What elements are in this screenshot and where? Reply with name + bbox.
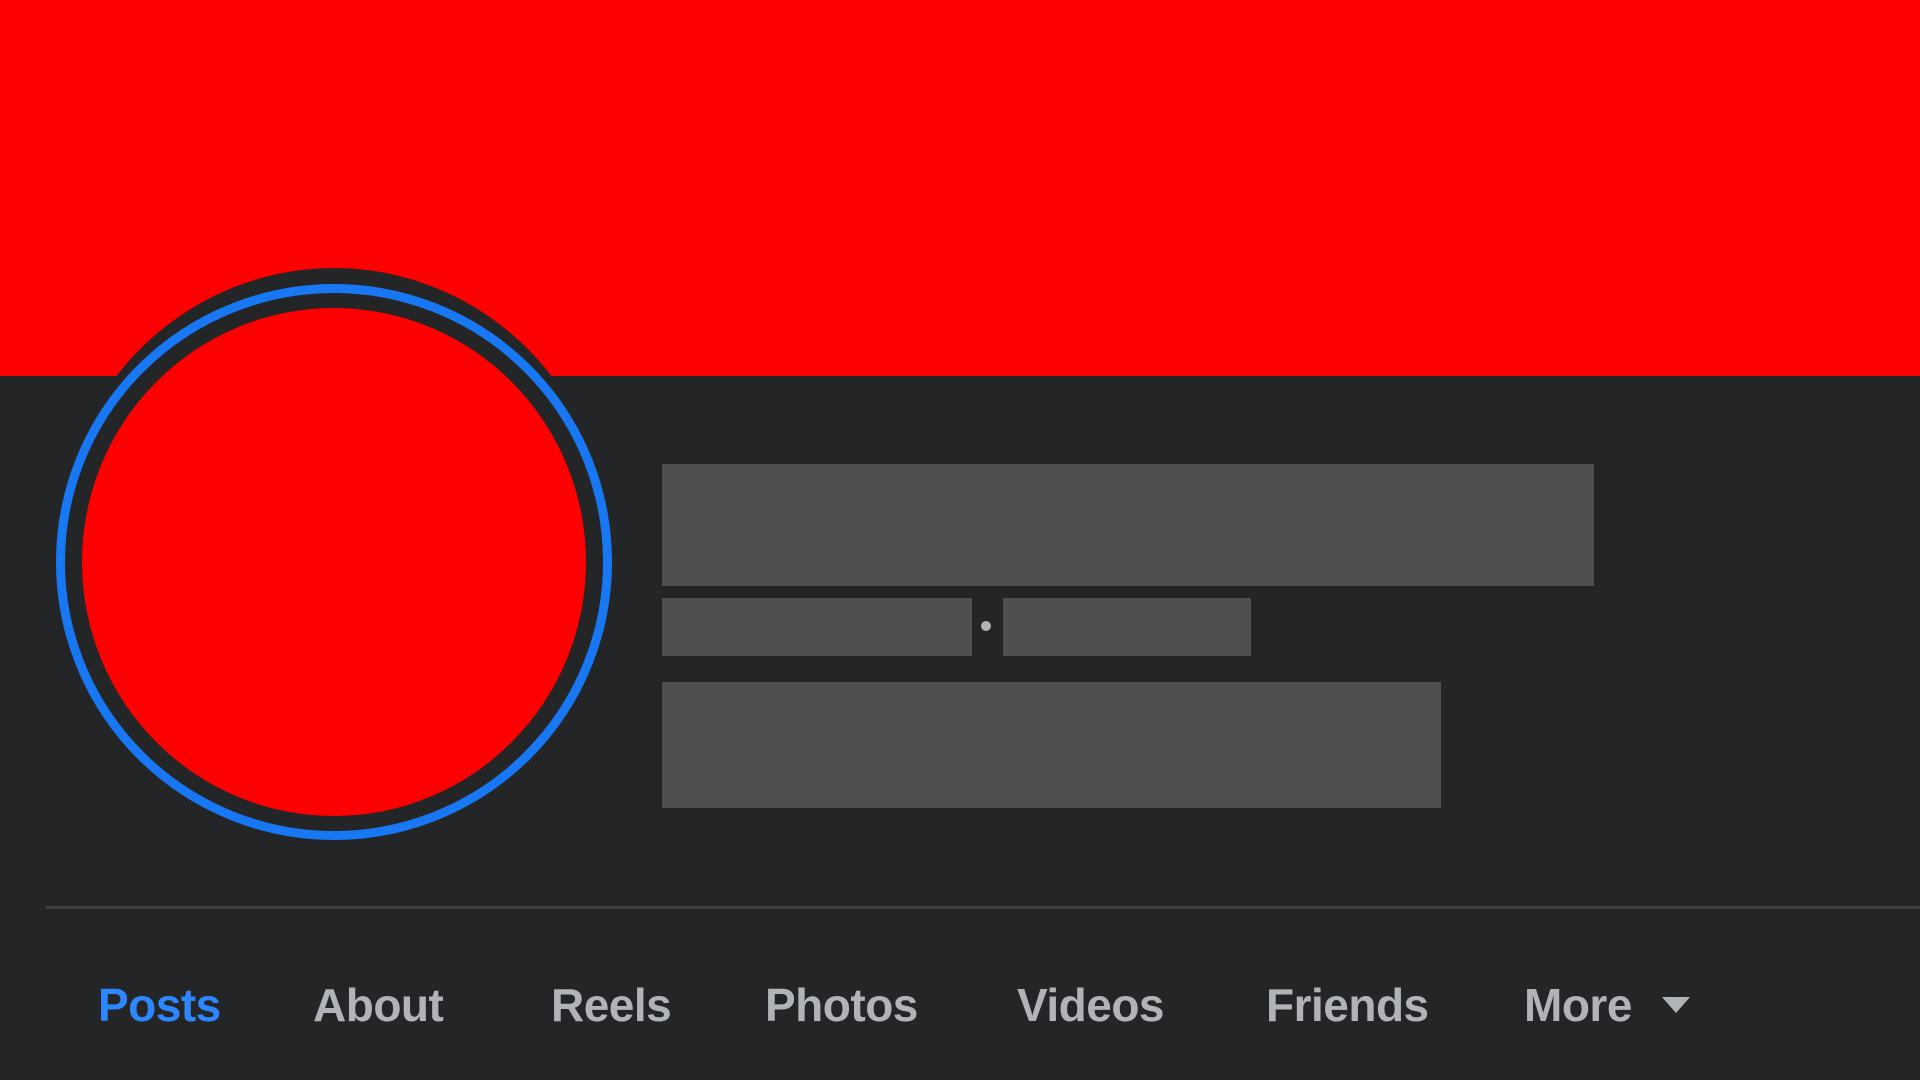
tab-more-label: More [1524, 979, 1632, 1031]
tab-friends[interactable]: Friends [1266, 978, 1429, 1032]
following-count-redacted[interactable] [1003, 598, 1251, 656]
profile-name-redacted [662, 464, 1594, 586]
profile-divider [46, 906, 1920, 909]
profile-bio-redacted [662, 682, 1441, 808]
tab-about[interactable]: About [313, 978, 444, 1032]
meta-separator-dot [981, 621, 991, 631]
caret-down-icon [1661, 997, 1690, 1013]
tab-more[interactable]: More [1524, 978, 1690, 1032]
tab-videos[interactable]: Videos [1017, 978, 1165, 1032]
profile-tabs: Posts About Reels Photos Videos Friends … [0, 960, 1920, 1060]
avatar[interactable] [82, 308, 586, 816]
profile-page: Posts About Reels Photos Videos Friends … [0, 0, 1920, 1080]
tab-reels[interactable]: Reels [551, 978, 672, 1032]
tab-photos[interactable]: Photos [765, 978, 918, 1032]
followers-count-redacted[interactable] [662, 598, 972, 656]
tab-posts[interactable]: Posts [98, 978, 221, 1032]
